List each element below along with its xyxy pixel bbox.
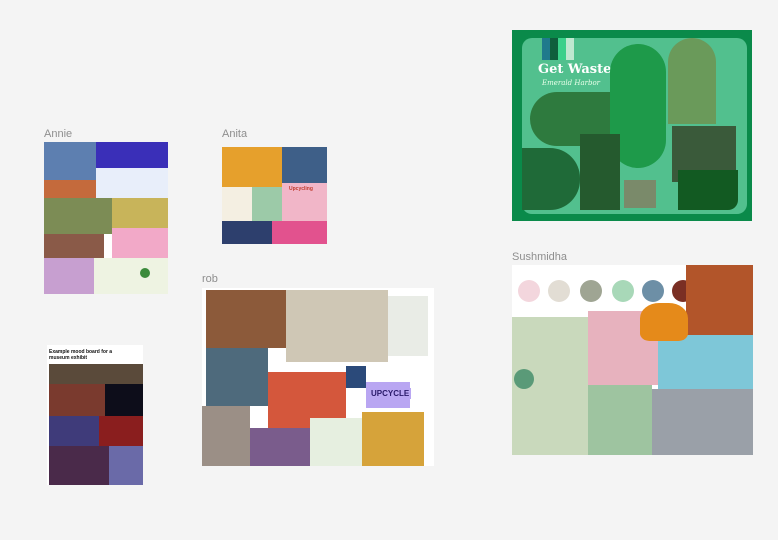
image-tile <box>686 265 753 335</box>
image-tile <box>624 180 656 208</box>
image-tile <box>112 228 168 258</box>
palette-swatch <box>514 369 534 389</box>
moodboard-anita[interactable]: Upcycling <box>222 147 327 244</box>
image-tile <box>522 148 580 210</box>
image-tile <box>94 258 168 294</box>
image-tile <box>222 187 252 221</box>
image-tile <box>580 134 620 210</box>
image-tile <box>44 258 94 294</box>
palette-swatch <box>580 280 602 302</box>
image-tile <box>44 234 104 258</box>
image-tile <box>388 296 428 356</box>
image-tile <box>362 412 424 466</box>
image-tile <box>282 147 327 183</box>
image-tile <box>99 416 143 446</box>
image-tile <box>49 446 109 485</box>
image-tile <box>105 384 143 416</box>
moodboard-annie[interactable] <box>44 142 168 294</box>
image-tile <box>678 170 738 210</box>
image-tile <box>49 384 105 416</box>
image-tile <box>49 364 143 384</box>
moodboard-sushmidha[interactable] <box>512 265 753 455</box>
image-tile <box>96 168 168 198</box>
color-strip <box>566 38 574 60</box>
image-tile <box>44 142 96 180</box>
image-tile <box>588 385 652 455</box>
image-tile <box>202 406 250 466</box>
image-tile <box>346 366 366 388</box>
board-label-rob[interactable]: rob <box>202 273 218 285</box>
image-tile <box>206 348 268 406</box>
moodboard-museum[interactable]: Example mood board for a museum exhibit <box>47 345 143 485</box>
image-tile <box>44 180 96 198</box>
color-strip <box>550 38 558 60</box>
board-label-annie[interactable]: Annie <box>44 128 72 140</box>
image-tile <box>272 221 327 244</box>
upcycle-badge: UPCYCLE <box>369 388 412 399</box>
image-tile <box>652 389 753 455</box>
image-tile <box>49 416 99 446</box>
image-tile <box>44 198 112 234</box>
get-wasted-subtitle: Emerald Harbor <box>542 79 601 87</box>
upcycling-text: Upcycling <box>289 186 313 192</box>
moodboard-get-wasted[interactable]: Get Wasted Emerald Harbor <box>512 30 752 221</box>
image-tile <box>658 335 753 389</box>
image-tile <box>206 290 286 348</box>
board-label-anita[interactable]: Anita <box>222 128 247 140</box>
image-tile <box>222 221 272 244</box>
moodboard-rob[interactable]: UPCYCLE <box>202 288 434 466</box>
image-tile <box>252 187 282 221</box>
color-strip <box>558 38 566 60</box>
color-strip <box>542 38 550 60</box>
palette-swatch <box>642 280 664 302</box>
palette-swatch <box>518 280 540 302</box>
image-tile <box>140 268 150 278</box>
image-tile <box>310 418 362 466</box>
palette-swatch <box>612 280 634 302</box>
get-wasted-title: Get Wasted <box>538 62 621 77</box>
image-tile <box>109 446 143 485</box>
image-tile <box>668 38 716 124</box>
image-tile <box>286 290 388 362</box>
butterfly-image <box>640 303 688 341</box>
moodboard-caption: Example mood board for a museum exhibit <box>49 349 113 361</box>
board-label-sushmidha[interactable]: Sushmidha <box>512 251 567 263</box>
image-tile <box>250 428 310 466</box>
image-tile <box>96 142 168 168</box>
image-tile <box>112 198 168 228</box>
image-tile <box>222 147 282 187</box>
palette-swatch <box>548 280 570 302</box>
